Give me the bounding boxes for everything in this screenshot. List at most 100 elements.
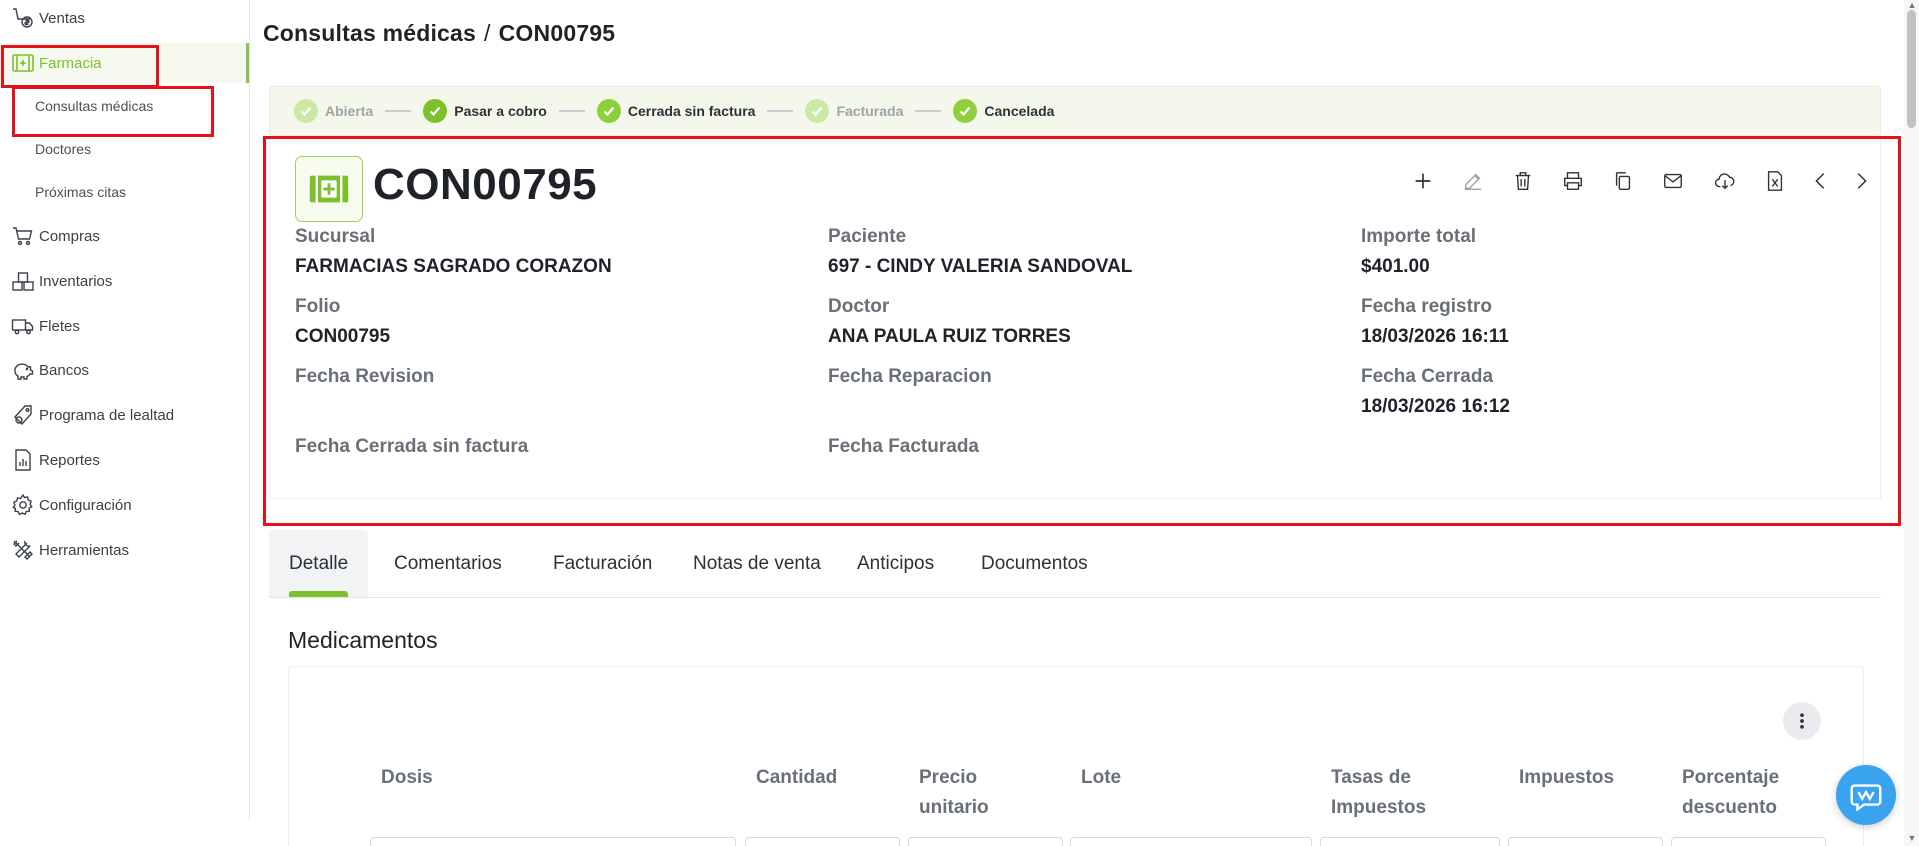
fecha-facturada-label: Fecha Facturada <box>828 436 979 457</box>
sidebar-item-bancos[interactable]: Bancos <box>0 350 249 390</box>
breadcrumb-current: CON00795 <box>498 20 616 46</box>
tab-anticipos[interactable]: Anticipos <box>837 530 954 597</box>
sidebar-subitem-doctores[interactable]: Doctores <box>0 131 249 167</box>
step-connector <box>755 110 805 112</box>
gear-icon <box>10 492 36 518</box>
step-cerrada-sin-factura[interactable]: Cerrada sin factura <box>596 99 756 123</box>
column-header-impuestos[interactable]: Impuestos <box>1519 763 1614 793</box>
breadcrumb-parent[interactable]: Consultas médicas <box>263 20 476 46</box>
delete-icon[interactable] <box>1510 168 1536 194</box>
column-header-porcentaje-descuento[interactable]: Porcentaje descuento <box>1682 763 1779 823</box>
sidebar-subitem-proximas-citas[interactable]: Próximas citas <box>0 174 249 210</box>
download-icon[interactable] <box>1712 168 1738 194</box>
boxes-icon <box>10 268 36 294</box>
sidebar-item-farmacia[interactable]: Farmacia <box>0 43 249 83</box>
detail-tabs: Detalle Comentarios Facturación Notas de… <box>269 530 1881 598</box>
tab-label: Notas de venta <box>693 552 821 574</box>
tab-label: Anticipos <box>857 552 935 574</box>
dosis-input[interactable] <box>370 837 736 846</box>
doctor-value: ANA PAULA RUIZ TORRES <box>828 326 1071 347</box>
scroll-down-icon[interactable]: ▼ <box>1905 832 1919 844</box>
copy-icon[interactable] <box>1610 168 1636 194</box>
prev-icon[interactable] <box>1808 168 1834 194</box>
sidebar-subitem-label: Próximas citas <box>35 184 127 200</box>
step-facturada[interactable]: Facturada <box>805 99 903 123</box>
step-connector <box>903 110 953 112</box>
cantidad-input[interactable] <box>745 837 900 846</box>
check-icon <box>953 99 978 123</box>
column-header-tasas-impuestos[interactable]: Tasas de Impuestos <box>1331 763 1426 823</box>
next-icon[interactable] <box>1848 168 1874 194</box>
tab-comentarios[interactable]: Comentarios <box>374 530 522 597</box>
step-label: Pasar a cobro <box>454 103 547 119</box>
sidebar-item-label: Reportes <box>39 451 100 469</box>
precio-unitario-input[interactable] <box>908 837 1063 846</box>
tasas-impuestos-input[interactable] <box>1320 837 1500 846</box>
porcentaje-descuento-input[interactable] <box>1671 837 1826 846</box>
check-icon <box>805 99 830 123</box>
print-icon[interactable] <box>1560 168 1586 194</box>
tab-detalle[interactable]: Detalle <box>269 530 369 597</box>
sidebar-item-programa-lealtad[interactable]: Programa de lealtad <box>0 395 249 435</box>
column-header-precio-unitario[interactable]: Precio unitario <box>919 763 989 823</box>
step-cancelada[interactable]: Cancelada <box>953 99 1054 123</box>
edit-icon[interactable] <box>1460 168 1486 194</box>
sidebar-item-label: Ventas <box>39 9 85 27</box>
sidebar-item-compras[interactable]: Compras <box>0 216 249 256</box>
sidebar-item-configuracion[interactable]: Configuración <box>0 485 249 525</box>
folio-label: Folio <box>295 296 341 317</box>
sidebar-item-inventarios[interactable]: Inventarios <box>0 261 249 301</box>
sidebar-item-label: Inventarios <box>39 272 113 290</box>
tab-label: Comentarios <box>394 552 502 574</box>
sidebar-item-ventas[interactable]: Ventas <box>0 0 249 38</box>
sucursal-value: FARMACIAS SAGRADO CORAZON <box>295 256 612 277</box>
sidebar-subitem-consultas-medicas[interactable]: Consultas médicas <box>0 88 249 124</box>
step-pasar-a-cobro[interactable]: Pasar a cobro <box>423 99 547 123</box>
fecha-cerrada-sin-factura-label: Fecha Cerrada sin factura <box>295 436 529 457</box>
sidebar-item-label: Configuración <box>39 496 132 514</box>
fecha-revision-label: Fecha Revision <box>295 366 435 387</box>
step-label: Cancelada <box>984 103 1055 119</box>
step-label: Facturada <box>836 103 904 119</box>
fecha-cerrada-value: 18/03/2026 16:12 <box>1361 396 1510 417</box>
sidebar-item-fletes[interactable]: Fletes <box>0 306 249 346</box>
sidebar-item-label: Compras <box>39 227 100 245</box>
check-icon <box>423 99 448 123</box>
chat-support-button[interactable] <box>1836 765 1896 825</box>
tools-icon <box>10 537 36 563</box>
sidebar-subitem-label: Consultas médicas <box>35 98 154 114</box>
importe-total-label: Importe total <box>1361 226 1477 247</box>
check-icon <box>596 99 621 123</box>
excel-icon[interactable] <box>1762 168 1788 194</box>
column-header-cantidad[interactable]: Cantidad <box>756 763 837 793</box>
pharmacy-logo-icon <box>295 156 363 222</box>
column-header-lote[interactable]: Lote <box>1081 763 1121 793</box>
tab-label: Documentos <box>981 552 1088 574</box>
tab-facturacion[interactable]: Facturación <box>533 530 672 597</box>
sidebar-item-herramientas[interactable]: Herramientas <box>0 530 249 570</box>
importe-total-value: $401.00 <box>1361 256 1430 277</box>
tab-documentos[interactable]: Documentos <box>961 530 1108 597</box>
lote-input[interactable] <box>1070 837 1312 846</box>
tab-label: Facturación <box>553 552 653 574</box>
sidebar-item-reportes[interactable]: Reportes <box>0 440 249 480</box>
step-connector <box>373 110 423 112</box>
paciente-value: 697 - CINDY VALERIA SANDOVAL <box>828 256 1133 277</box>
sales-icon <box>10 5 36 31</box>
piggy-bank-icon <box>10 357 36 383</box>
scrollbar-thumb[interactable] <box>1907 10 1916 128</box>
step-abierta[interactable]: Abierta <box>294 99 373 123</box>
column-header-dosis[interactable]: Dosis <box>381 763 433 793</box>
fecha-registro-label: Fecha registro <box>1361 296 1492 317</box>
sidebar-item-label: Fletes <box>39 317 80 335</box>
tab-notas-de-venta[interactable]: Notas de venta <box>673 530 841 597</box>
add-icon[interactable] <box>1410 168 1436 194</box>
impuestos-input[interactable] <box>1508 837 1663 846</box>
scroll-up-icon[interactable]: ▲ <box>1905 0 1919 10</box>
tab-label: Detalle <box>289 552 349 574</box>
step-label: Cerrada sin factura <box>627 103 756 119</box>
more-options-icon[interactable] <box>1783 702 1821 740</box>
mail-icon[interactable] <box>1660 168 1686 194</box>
record-toolbar <box>1410 168 1870 194</box>
doctor-label: Doctor <box>828 296 890 317</box>
